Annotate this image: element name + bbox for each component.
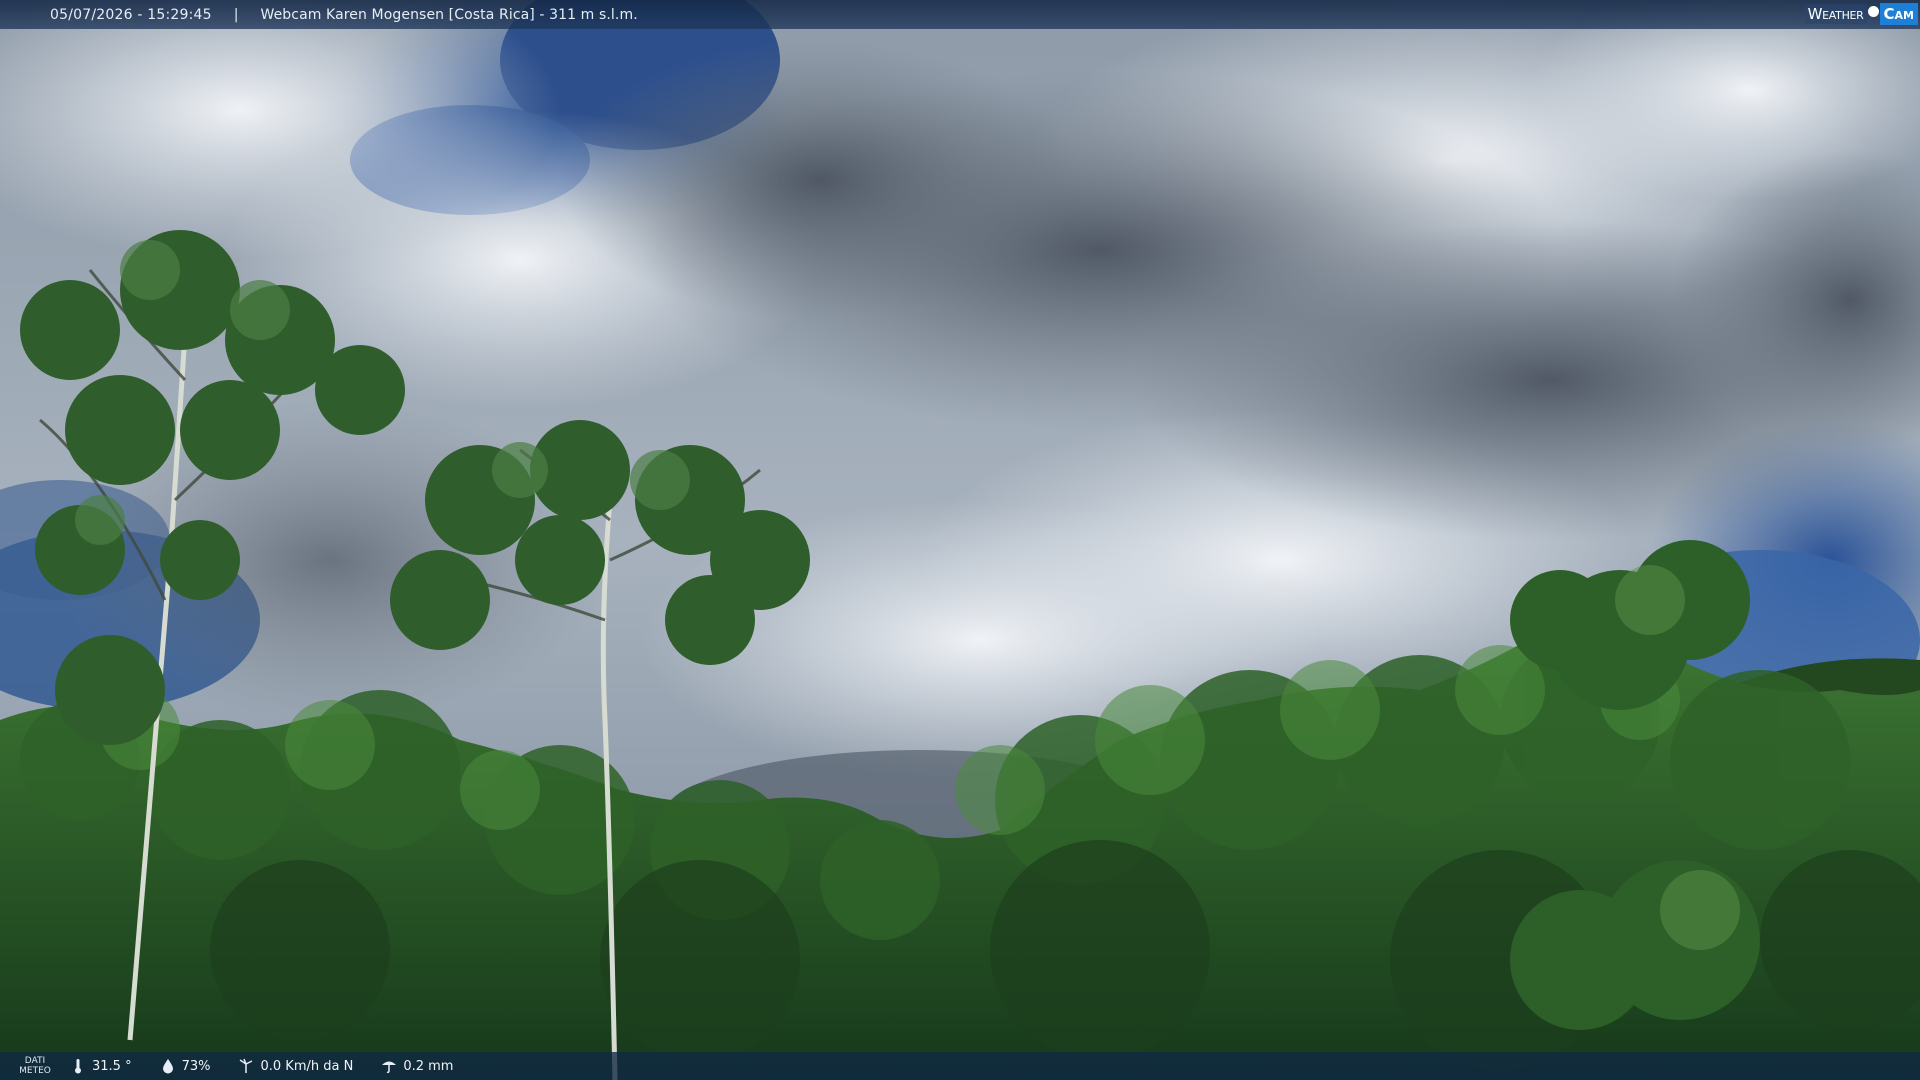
- temperature-value: 31.5 °: [92, 1058, 132, 1074]
- wind-item: 0.0 Km/h da N: [238, 1058, 353, 1074]
- rain-value: 0.2 mm: [403, 1058, 454, 1074]
- humidity-drop-icon: [160, 1058, 176, 1074]
- webcam-title: Webcam Karen Mogensen [Costa Rica] - 311…: [260, 6, 638, 23]
- wind-value: 0.0 Km/h da N: [260, 1058, 354, 1074]
- logo-dot-icon: [1867, 5, 1879, 17]
- humidity-item: 73%: [160, 1058, 211, 1074]
- weathercam-logo[interactable]: Weather Cam: [1804, 2, 1918, 26]
- header-separator: |: [233, 6, 239, 23]
- webcam-image: [0, 0, 1920, 1080]
- rain-item: 0.2 mm: [381, 1058, 453, 1074]
- landscape-photo: [0, 0, 1920, 1080]
- top-info-bar: 05/07/2026 - 15:29:45 | Webcam Karen Mog…: [0, 0, 1920, 29]
- weather-data-bar: DATI METEO 31.5 ° 73% 0.0 Km/h da N 0.2 …: [0, 1052, 1920, 1080]
- dati-meteo-label: DATI METEO: [0, 1056, 70, 1076]
- humidity-value: 73%: [181, 1058, 211, 1074]
- datetime-label: 05/07/2026 - 15:29:45: [50, 6, 212, 23]
- rain-icon: [381, 1058, 397, 1074]
- dati-line1: DATI: [24, 1056, 46, 1066]
- thermometer-icon: [70, 1058, 86, 1074]
- wind-icon: [238, 1058, 254, 1074]
- logo-cam-text: Cam: [1879, 3, 1918, 25]
- logo-weather-text: Weather: [1804, 4, 1867, 24]
- dati-line2: METEO: [19, 1066, 51, 1076]
- temperature-item: 31.5 °: [70, 1058, 132, 1074]
